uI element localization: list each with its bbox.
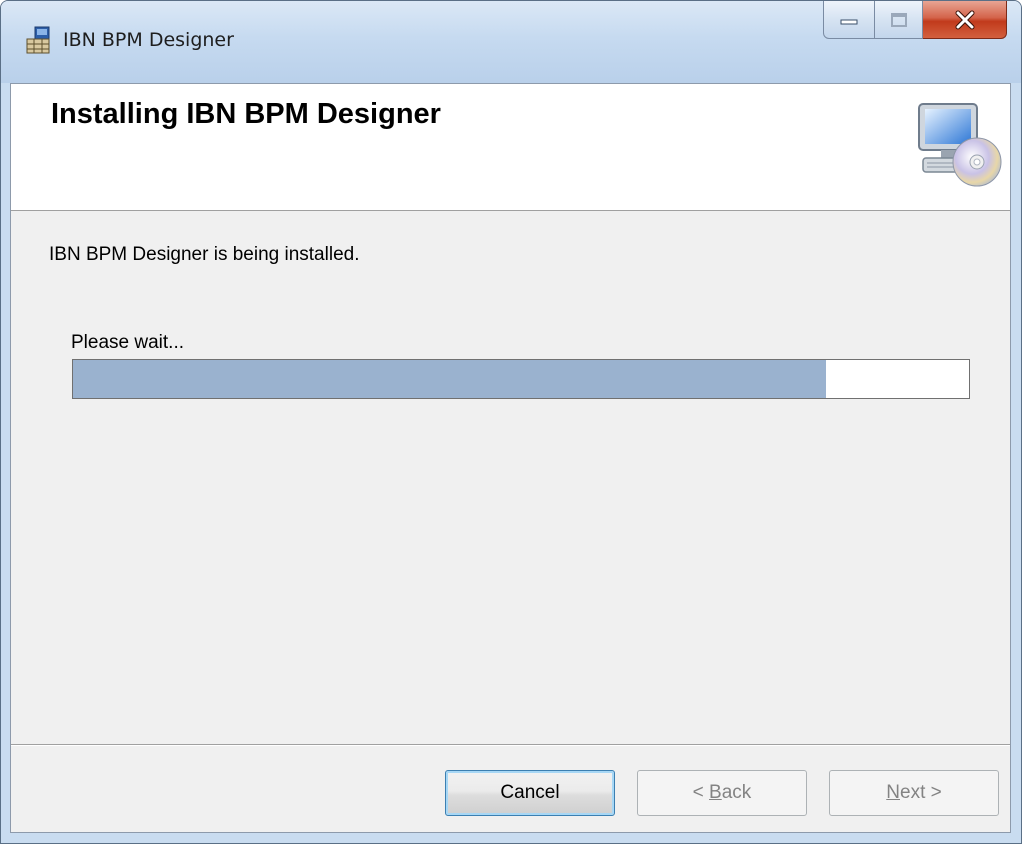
- progress-label: Please wait...: [71, 332, 184, 353]
- maximize-icon: [890, 12, 907, 27]
- progress-fill: [73, 360, 826, 398]
- status-message: IBN BPM Designer is being installed.: [49, 244, 360, 265]
- back-button-label: < Back: [692, 782, 752, 803]
- header-banner: Installing IBN BPM Designer: [11, 84, 1010, 211]
- dialog-client-area: Installing IBN BPM Designer IBN BPM Desi…: [10, 83, 1011, 833]
- close-button[interactable]: [923, 1, 1007, 39]
- caption-buttons: [823, 1, 1007, 41]
- page-title: Installing IBN BPM Designer: [51, 98, 441, 130]
- installer-icon: [26, 26, 50, 54]
- window-title: IBN BPM Designer: [63, 29, 234, 51]
- footer-separator: [11, 744, 1010, 746]
- computer-disc-icon: [918, 103, 1002, 187]
- cancel-button-label: Cancel: [500, 782, 560, 803]
- back-button[interactable]: < Back: [637, 770, 807, 816]
- maximize-button[interactable]: [875, 1, 923, 39]
- next-button-label: Next >: [886, 782, 942, 803]
- install-progress-bar: [72, 359, 970, 399]
- minimize-icon: [840, 19, 858, 24]
- installer-window: IBN BPM Designer Installing IBN BPM Desi…: [0, 0, 1022, 844]
- close-icon: [955, 10, 974, 29]
- cancel-button[interactable]: Cancel: [445, 770, 615, 816]
- title-bar[interactable]: IBN BPM Designer: [1, 1, 1021, 83]
- next-button[interactable]: Next >: [829, 770, 999, 816]
- minimize-button[interactable]: [823, 1, 875, 39]
